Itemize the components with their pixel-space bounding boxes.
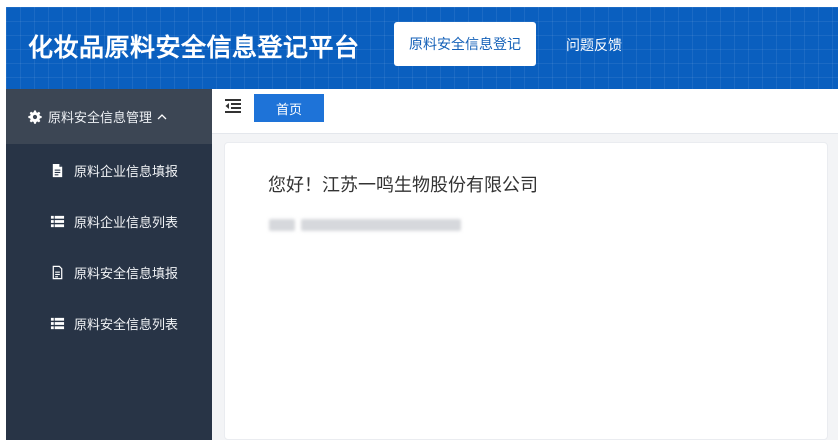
list-icon xyxy=(50,215,65,228)
page: 化妆品原料安全信息登记平台 原料安全信息登记 问题反馈 原料安全信息管理 原料企… xyxy=(0,0,838,440)
chevron-up-icon xyxy=(157,113,167,119)
site-title: 化妆品原料安全信息登记平台 xyxy=(28,33,360,62)
nav-feedback-link[interactable]: 问题反馈 xyxy=(566,35,622,55)
nav-raw-material-registration-button[interactable]: 原料安全信息登记 xyxy=(394,22,536,66)
main-content: 您好！江苏一鸣生物股份有限公司 xyxy=(212,134,838,440)
sidebar: 原料安全信息管理 原料企业信息填报 原料企业信息列表 原料安全信息填报 原料安全… xyxy=(6,89,212,440)
sidebar-item-enterprise-info-fill[interactable]: 原料企业信息填报 xyxy=(6,145,212,196)
file-filled-icon xyxy=(52,163,63,178)
tab-home[interactable]: 首页 xyxy=(254,94,324,122)
file-outline-icon xyxy=(52,265,63,280)
list-icon xyxy=(50,317,65,330)
redacted-info xyxy=(269,219,461,231)
redacted-block xyxy=(269,219,295,231)
top-header: 化妆品原料安全信息登记平台 原料安全信息登记 问题反馈 xyxy=(6,7,838,89)
sidebar-item-enterprise-info-list[interactable]: 原料企业信息列表 xyxy=(6,196,212,247)
welcome-greeting: 您好！江苏一鸣生物股份有限公司 xyxy=(268,175,538,196)
indent-icon[interactable] xyxy=(225,99,241,113)
sidebar-item-safety-info-list[interactable]: 原料安全信息列表 xyxy=(6,298,212,349)
gear-icon xyxy=(28,109,42,124)
redacted-block xyxy=(301,219,461,231)
sidebar-group-label: 原料安全信息管理 xyxy=(48,111,153,126)
welcome-card: 您好！江苏一鸣生物股份有限公司 xyxy=(224,142,828,440)
sidebar-group-raw-material-safety[interactable]: 原料安全信息管理 xyxy=(6,89,212,144)
sidebar-item-label: 原料安全信息填报 xyxy=(74,267,179,282)
sidebar-item-label: 原料安全信息列表 xyxy=(74,318,179,333)
tab-bar: 首页 xyxy=(212,89,838,134)
sidebar-item-safety-info-fill[interactable]: 原料安全信息填报 xyxy=(6,247,212,298)
sidebar-item-label: 原料企业信息列表 xyxy=(74,216,179,231)
sidebar-item-label: 原料企业信息填报 xyxy=(74,165,179,180)
